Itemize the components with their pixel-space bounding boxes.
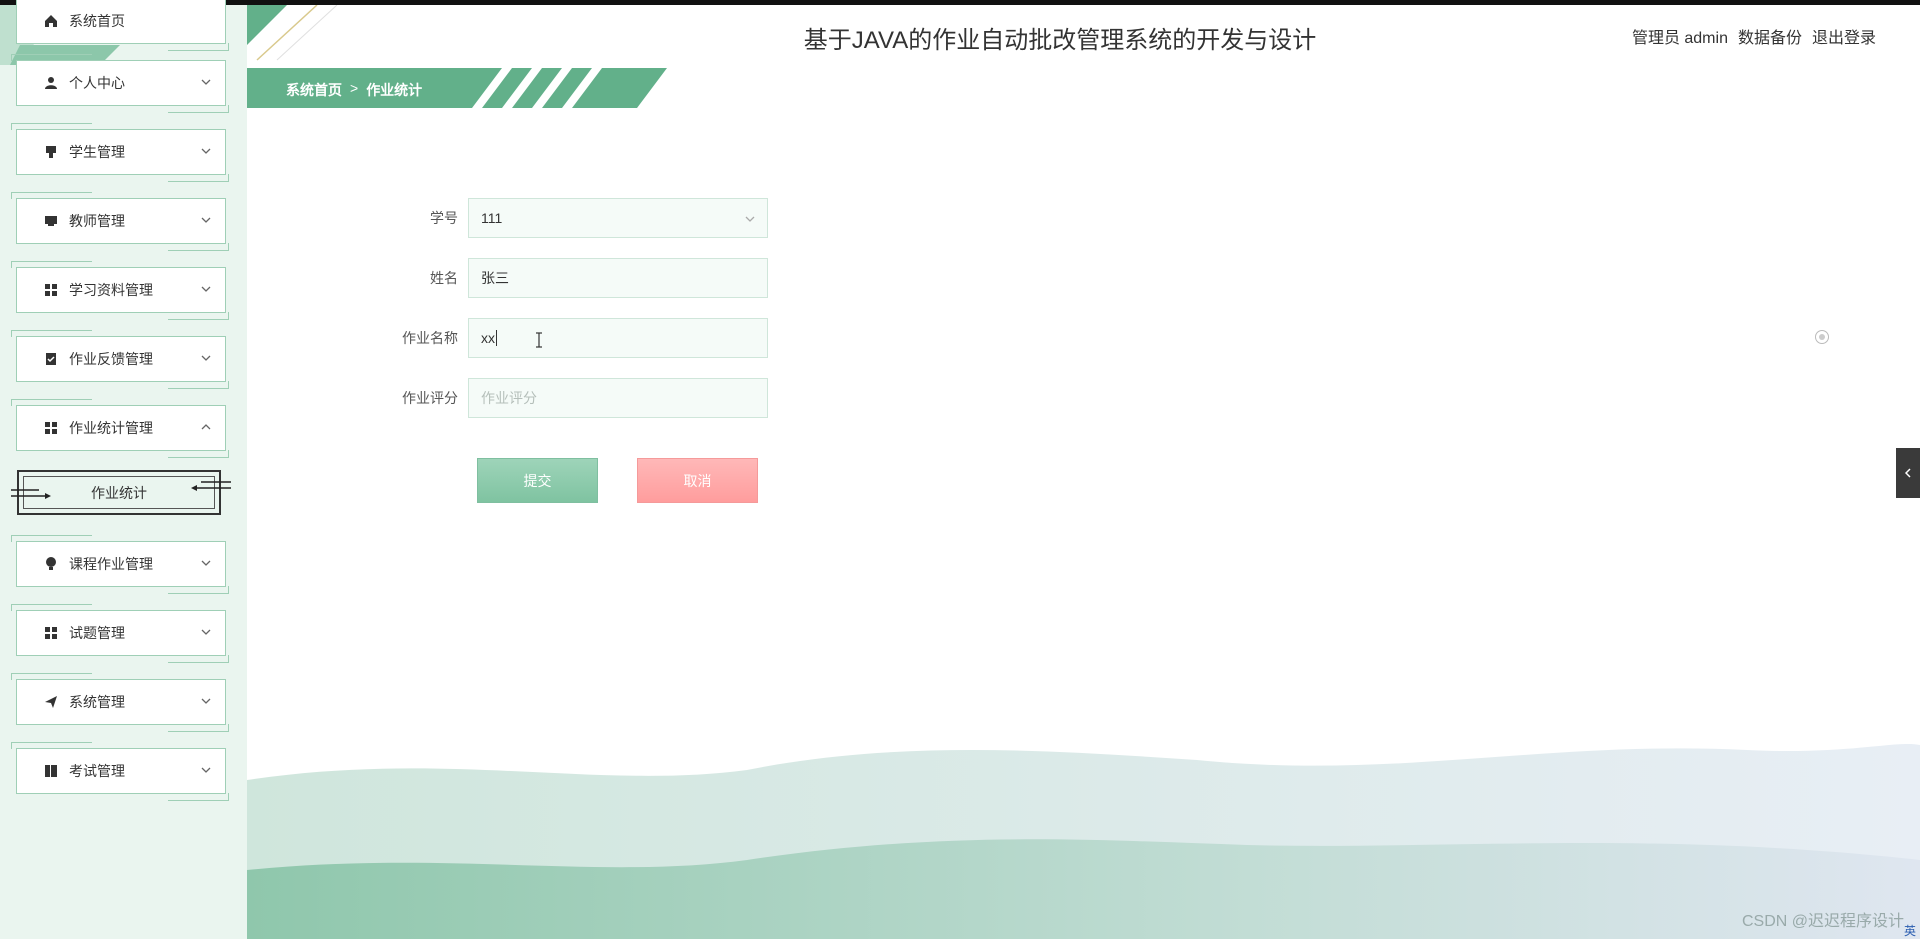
- form-row-score: 作业评分 作业评分: [380, 378, 768, 418]
- sidebar-item-label: 系统管理: [69, 694, 125, 710]
- submenu-label: 作业统计: [91, 484, 147, 501]
- sidebar-item[interactable]: 课程作业管理: [11, 535, 229, 594]
- chevron-down-icon: [201, 629, 211, 635]
- cancel-button[interactable]: 取消: [637, 458, 758, 503]
- breadcrumb-separator: >: [350, 80, 359, 96]
- watermark: CSDN @迟迟程序设计: [1741, 913, 1904, 930]
- sidebar-item[interactable]: 学习资料管理: [11, 261, 229, 320]
- sidebar-item-label: 考试管理: [69, 763, 125, 779]
- teacher-icon: [43, 213, 59, 229]
- homework-name-label: 作业名称: [402, 330, 458, 346]
- clipboard-icon: [43, 351, 59, 367]
- book-icon: [43, 763, 59, 779]
- chevron-down-icon: [201, 355, 211, 361]
- chevron-down-icon: [745, 216, 755, 222]
- chevron-down-icon: [201, 79, 211, 85]
- chevron-down-icon: [201, 767, 211, 773]
- lang-indicator[interactable]: 英: [1904, 922, 1916, 939]
- chevron-up-icon: [201, 424, 211, 430]
- sidebar-item-label: 作业反馈管理: [69, 351, 153, 367]
- sidebar-item[interactable]: 学生管理: [11, 123, 229, 182]
- user-icon: [43, 75, 59, 91]
- breadcrumb-current: 作业统计: [366, 82, 423, 98]
- breadcrumb: 系统首页 > 作业统计: [286, 80, 422, 100]
- name-label: 姓名: [430, 270, 458, 286]
- name-input[interactable]: 张三: [468, 258, 768, 298]
- form-row-name: 姓名 张三: [380, 258, 768, 298]
- sidebar-item-label: 课程作业管理: [69, 556, 153, 572]
- homework-name-input[interactable]: xx: [468, 318, 768, 358]
- radio-icon[interactable]: [1815, 330, 1829, 344]
- arrow-right-icon: [11, 489, 51, 499]
- chevron-down-icon: [201, 217, 211, 223]
- breadcrumb-home[interactable]: 系统首页: [286, 80, 342, 100]
- collapse-tab[interactable]: [1896, 448, 1920, 498]
- form-row-student-id: 学号 111: [380, 198, 768, 238]
- score-label: 作业评分: [402, 390, 458, 406]
- sidebar-item-label: 学习资料管理: [69, 282, 153, 298]
- arrow-left-icon: [191, 481, 231, 491]
- current-user-label: 管理员 admin: [1631, 30, 1728, 47]
- sidebar-item-label: 个人中心: [69, 75, 125, 91]
- chevron-down-icon: [201, 148, 211, 154]
- send-icon: [43, 694, 59, 710]
- grid-icon: [43, 625, 59, 641]
- student-id-label: 学号: [430, 210, 458, 226]
- text-caret: [496, 330, 497, 346]
- sidebar-item[interactable]: 考试管理: [11, 742, 229, 801]
- sidebar-item-label: 作业统计管理: [69, 420, 153, 436]
- backup-link[interactable]: 数据备份: [1738, 24, 1802, 48]
- chevron-down-icon: [201, 560, 211, 566]
- student-id-value: 111: [481, 210, 503, 226]
- system-tray: 英: [1904, 922, 1916, 939]
- homework-name-value: xx: [481, 330, 495, 346]
- chevron-down-icon: [201, 698, 211, 704]
- score-input[interactable]: 作业评分: [468, 378, 768, 418]
- score-placeholder: 作业评分: [481, 390, 537, 406]
- sidebar-item[interactable]: 个人中心: [11, 54, 229, 113]
- name-value: 张三: [481, 270, 509, 286]
- header-user-area: 管理员 admin 数据备份 退出登录: [1632, 24, 1876, 48]
- sidebar-item-label: 教师管理: [69, 213, 125, 229]
- student-icon: [43, 144, 59, 160]
- form-row-homework-name: 作业名称 xx: [380, 318, 768, 358]
- grid-icon: [43, 282, 59, 298]
- logout-link[interactable]: 退出登录: [1812, 24, 1876, 48]
- sidebar-item[interactable]: 作业反馈管理: [11, 330, 229, 389]
- sidebar-item[interactable]: 试题管理: [11, 604, 229, 663]
- sidebar-item[interactable]: 作业统计管理: [11, 399, 229, 458]
- sidebar-item[interactable]: 教师管理: [11, 192, 229, 251]
- submit-button[interactable]: 提交: [477, 458, 598, 503]
- chevron-down-icon: [201, 286, 211, 292]
- submenu-item-homework-stats[interactable]: 作业统计: [11, 470, 231, 515]
- background-waves: [247, 743, 1920, 939]
- text-cursor-icon: [536, 332, 542, 348]
- chevron-left-icon: [1904, 468, 1911, 478]
- bulb-icon: [43, 556, 59, 572]
- student-id-select[interactable]: 111: [468, 198, 768, 238]
- sidebar-item-label: 试题管理: [69, 625, 125, 641]
- grid-icon: [43, 420, 59, 436]
- sidebar-item[interactable]: 系统管理: [11, 673, 229, 732]
- sidebar-item-label: 学生管理: [69, 144, 125, 160]
